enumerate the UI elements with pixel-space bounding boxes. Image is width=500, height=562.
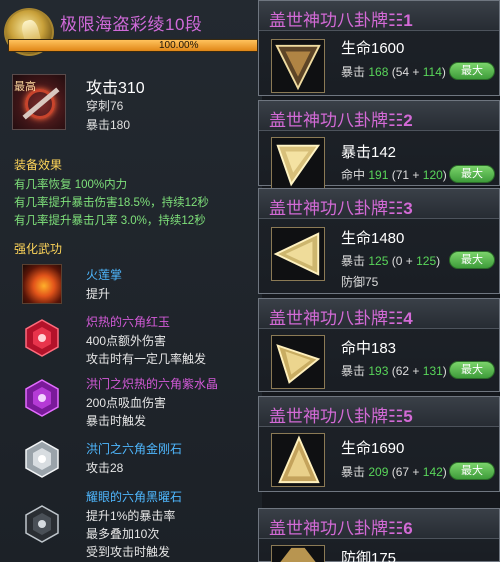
card-title: 盖世神功八卦牌☷6 [269, 519, 413, 538]
card-main-stat: 暴击142 [341, 144, 397, 161]
bagua-card-1: 盖世神功八卦牌☷1 生命1600 暴击 168 (54 + 114) 最大 [258, 0, 500, 96]
martial-name: 洪门之六角金刚石 [86, 442, 183, 456]
martial-line: 提升 [86, 287, 111, 301]
martial-line: 提升1%的暴击率 [86, 509, 176, 523]
card-title: 盖世神功八卦牌☷2 [269, 111, 413, 130]
item-title: 极限海盗彩绫10段 [60, 15, 203, 34]
card-title: 盖世神功八卦牌☷4 [269, 309, 413, 328]
card-sub-stat: 暴击 209 (67 + 142) [341, 465, 447, 479]
bagua-card-icon [271, 137, 325, 191]
bagua-card-icon [271, 227, 325, 281]
diamond-gem-icon [25, 440, 59, 478]
max-badge: 最大 [449, 462, 495, 480]
equip-effect-line: 有几率恢复 100%内力 [14, 179, 128, 191]
card-main-stat: 生命1600 [341, 40, 405, 57]
progress-bar: 100.00% [8, 39, 258, 52]
martial-line: 受到攻击时触发 [86, 545, 171, 559]
martial-line: 400点额外伤害 [86, 334, 167, 348]
martial-line: 攻击28 [86, 461, 124, 475]
bagua-card-icon [271, 545, 325, 562]
equip-effect-line: 有几率提升暴击几率 3.0%，持续12秒 [14, 215, 206, 227]
item-tooltip-panel: 极限海盗彩绫10段 100.00% 最高 攻击310 穿刺76 暴击180 装备… [0, 0, 262, 562]
bagua-card-icon [271, 39, 325, 93]
martial-name: 耀眼的六角黑曜石 [86, 490, 183, 504]
bagua-card-2: 盖世神功八卦牌☷2 暴击142 命中 191 (71 + 120) 最大 [258, 100, 500, 191]
martial-name: 火莲掌 [86, 268, 123, 282]
card-sub-stat: 暴击 168 (54 + 114) [341, 65, 446, 79]
max-badge: 最大 [449, 361, 495, 379]
progress-bar-fill [9, 40, 257, 51]
card-title: 盖世神功八卦牌☷3 [269, 199, 413, 218]
obsidian-gem-icon [25, 505, 59, 543]
martial-title: 强化武功 [14, 242, 63, 256]
weapon-attack: 攻击310 [86, 80, 145, 97]
equip-effect-line: 有几率提升暴击伤害18.5%，持续12秒 [14, 197, 209, 209]
martial-line: 200点吸血伤害 [86, 396, 167, 410]
card-main-stat: 命中183 [341, 340, 397, 357]
card-main-stat: 生命1480 [341, 230, 405, 247]
bagua-card-5: 盖世神功八卦牌☷5 生命1690 暴击 209 (67 + 142) 最大 [258, 396, 500, 492]
card-title: 盖世神功八卦牌☷5 [269, 407, 413, 426]
martial-line: 暴击时触发 [86, 414, 147, 428]
card-sub-stat: 暴击 125 (0 + 125) [341, 254, 441, 268]
grade-tag: 最高 [14, 81, 36, 93]
bagua-card-icon [271, 433, 325, 487]
martial-name: 炽热的六角红玉 [86, 315, 171, 329]
card-main-stat: 防御175 [341, 550, 397, 562]
max-badge: 最大 [449, 251, 495, 269]
martial-name: 洪门之炽热的六角紫水晶 [86, 377, 219, 391]
card-sub-stat: 暴击 193 (62 + 131) [341, 364, 447, 378]
bagua-card-4: 盖世神功八卦牌☷4 命中183 暴击 193 (62 + 131) 最大 [258, 298, 500, 392]
max-badge: 最大 [449, 165, 495, 183]
card-sub-stat: 防御75 [341, 275, 379, 289]
bagua-card-6: 盖世神功八卦牌☷6 防御175 [258, 508, 500, 562]
martial-line: 最多叠加10次 [86, 527, 160, 541]
progress-text: 100.00% [159, 40, 199, 51]
card-sub-stat: 命中 191 (71 + 120) [341, 168, 447, 182]
martial-line: 攻击时有一定几率触发 [86, 352, 207, 366]
max-badge: 最大 [449, 62, 495, 80]
fire-palm-icon [22, 264, 62, 304]
purple-hexagon-gem-icon [25, 379, 59, 417]
red-hexagon-gem-icon [25, 319, 59, 357]
bagua-card-3: 盖世神功八卦牌☷3 生命1480 暴击 125 (0 + 125) 防御75 最… [258, 188, 500, 294]
bagua-card-icon [271, 335, 325, 389]
equip-effects-title: 装备效果 [14, 158, 63, 172]
card-main-stat: 生命1690 [341, 440, 405, 457]
weapon-pierce: 穿刺76 [86, 99, 124, 113]
card-title: 盖世神功八卦牌☷1 [269, 11, 413, 30]
weapon-crit: 暴击180 [86, 118, 131, 132]
